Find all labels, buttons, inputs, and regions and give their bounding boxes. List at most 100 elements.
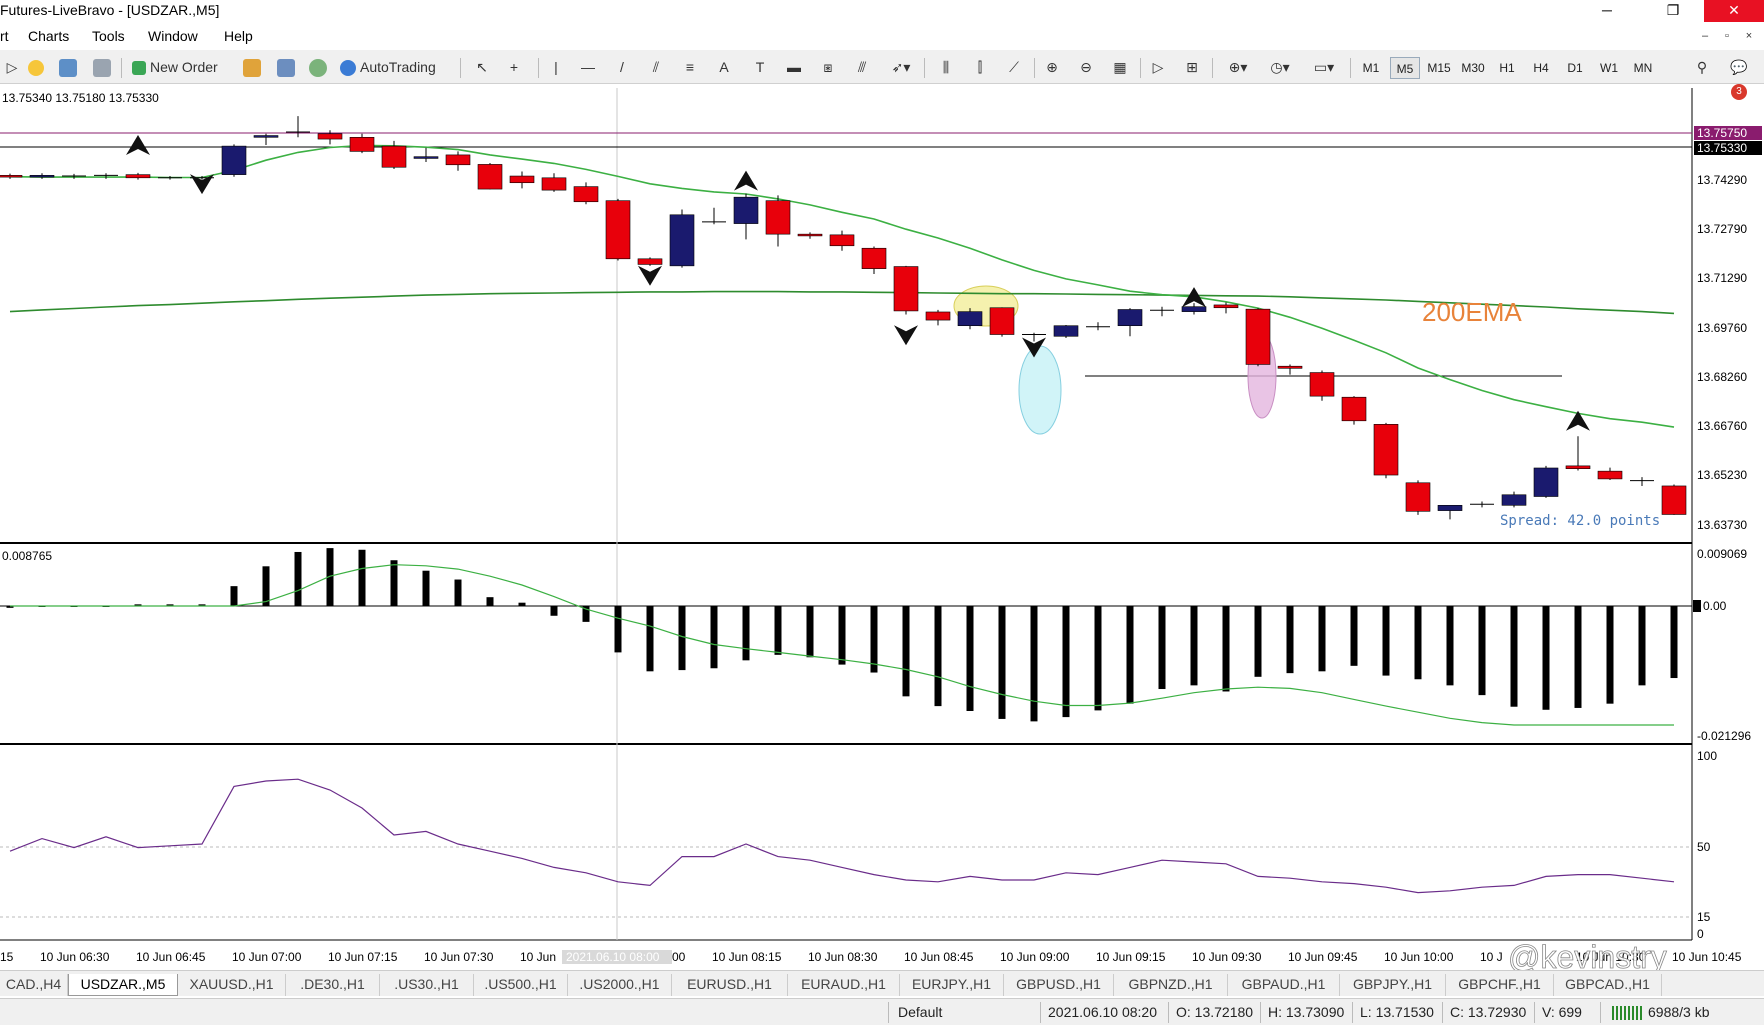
time-label: 10 Jun 09:15 — [1096, 950, 1166, 964]
symbol-tab[interactable]: GBPUSD.,H1 — [1004, 974, 1114, 996]
cursor-tool-icon[interactable]: ↖ — [470, 56, 494, 78]
candle — [1533, 465, 1559, 498]
time-label: 10 Jun 10:45 — [1672, 950, 1742, 964]
mdi-minimize-button[interactable]: – — [1694, 30, 1716, 42]
symbol-tab[interactable]: XAUUSD.,H1 — [178, 974, 286, 996]
horizontal-line-tool-icon[interactable]: — — [576, 56, 600, 78]
mdi-close-button[interactable]: × — [1738, 30, 1760, 42]
gann-icon[interactable]: ⧆ — [816, 56, 840, 78]
time-label: 10 Jun 08:15 — [712, 950, 782, 964]
candle-body — [1277, 365, 1303, 369]
window-title: Futures-LiveBravo - [USDZAR.,M5] — [0, 2, 220, 18]
vertical-line-tool-icon[interactable]: | — [544, 56, 568, 78]
arrow-icon[interactable]: ▷ — [0, 56, 24, 78]
timeframe-mn[interactable]: MN — [1628, 57, 1658, 79]
osc-100-label: 100 — [1697, 749, 1717, 763]
text-label-icon[interactable]: T — [748, 56, 772, 78]
candle-body — [989, 307, 1015, 335]
bar-chart-icon[interactable]: ⫼ — [934, 56, 958, 78]
crosshair-tool-icon[interactable]: + — [502, 56, 526, 78]
new-order-button[interactable]: New Order — [132, 56, 234, 78]
menu-bar: rt Charts Tools Window Help — [0, 26, 1764, 48]
timeframe-m15[interactable]: M15 — [1424, 57, 1454, 79]
time-label: 10 Jun 07:15 — [328, 950, 398, 964]
candlestick-icon[interactable]: ⫿ — [968, 56, 992, 78]
candle-body — [669, 214, 695, 267]
chart-shift-icon[interactable]: ⊞ — [1180, 56, 1204, 78]
options-icon[interactable] — [306, 56, 330, 78]
symbol-tab[interactable]: GBPNZD.,H1 — [1114, 974, 1228, 996]
symbol-tab[interactable]: .US30.,H1 — [380, 974, 474, 996]
symbol-tab[interactable]: EURJPY.,H1 — [900, 974, 1004, 996]
symbol-tab[interactable]: GBPJPY.,H1 — [1340, 974, 1446, 996]
timeframe-d1[interactable]: D1 — [1560, 57, 1590, 79]
chart-canvas[interactable]: 13.74290 13.72790 13.71290 13.69760 13.6… — [0, 88, 1764, 970]
symbol-tab[interactable]: .US2000.,H1 — [568, 974, 672, 996]
menu-chart[interactable]: rt — [0, 28, 9, 44]
menu-charts[interactable]: Charts — [28, 28, 69, 44]
periods-dropdown-icon[interactable]: ◷▾ — [1262, 56, 1298, 78]
minimize-button[interactable]: ─ — [1584, 0, 1630, 22]
candle-body — [445, 154, 471, 166]
symbol-tab[interactable]: GBPCAD.,H1 — [1554, 974, 1662, 996]
tile-windows-icon[interactable]: ▦ — [1108, 56, 1132, 78]
auto-scroll-icon[interactable]: ▷ — [1146, 56, 1170, 78]
restore-button[interactable]: ❐ — [1650, 0, 1696, 22]
tester-icon[interactable] — [90, 56, 114, 78]
macd-zero-label: 0.00 — [1703, 599, 1727, 613]
rectangle-icon[interactable]: ▬ — [782, 56, 806, 78]
autotrading-button[interactable]: AutoTrading — [340, 56, 450, 78]
close-button[interactable]: ✕ — [1704, 0, 1764, 22]
line-chart-icon[interactable]: ⟋ — [1002, 56, 1026, 78]
search-icon[interactable]: ⚲ — [1690, 56, 1714, 78]
arrows-dropdown-icon[interactable]: ➶▾ — [884, 56, 918, 78]
templates-dropdown-icon[interactable]: ▭▾ — [1306, 56, 1342, 78]
symbol-tab[interactable]: .DE30.,H1 — [286, 974, 380, 996]
menu-help[interactable]: Help — [224, 28, 253, 44]
timeframe-w1[interactable]: W1 — [1594, 57, 1624, 79]
zoom-in-icon[interactable]: ⊕ — [1040, 56, 1064, 78]
candle — [1309, 370, 1335, 401]
timeframe-m5[interactable]: M5 — [1390, 57, 1420, 79]
favorites-star-icon[interactable] — [24, 56, 48, 78]
candle-body — [1597, 470, 1623, 480]
symbol-tab[interactable]: USDZAR.,M5 — [68, 974, 178, 996]
symbol-tab[interactable]: EURAUD.,H1 — [788, 974, 900, 996]
candle-body — [1661, 485, 1687, 515]
menu-tools[interactable]: Tools — [92, 28, 125, 44]
zoom-out-icon[interactable]: ⊖ — [1074, 56, 1098, 78]
candle — [1341, 396, 1367, 425]
symbol-tab[interactable]: .US500.,H1 — [474, 974, 568, 996]
fibonacci-icon[interactable]: ≡ — [678, 56, 702, 78]
text-tool-icon[interactable]: A — [712, 56, 736, 78]
symbol-tab[interactable]: EURUSD.,H1 — [672, 974, 788, 996]
timeframe-m30[interactable]: M30 — [1458, 57, 1488, 79]
symbol-tab[interactable]: CAD.,H4 — [0, 974, 68, 996]
pitchfork-icon[interactable]: ⫻ — [850, 56, 874, 78]
indicators-dropdown-icon[interactable]: ⊕▾ — [1220, 56, 1256, 78]
symbol-tab[interactable]: GBPCHF.,H1 — [1446, 974, 1554, 996]
data-window-icon[interactable] — [274, 56, 298, 78]
timeframe-h4[interactable]: H4 — [1526, 57, 1556, 79]
macd-bar — [390, 560, 398, 606]
chart-area[interactable]: 13.74290 13.72790 13.71290 13.69760 13.6… — [0, 88, 1764, 970]
menu-window[interactable]: Window — [148, 28, 198, 44]
equidistant-channel-icon[interactable]: ⫽ — [644, 56, 668, 78]
navigator-icon[interactable] — [56, 56, 80, 78]
retest-highlight — [1018, 345, 1062, 435]
mdi-restore-button[interactable]: ▫ — [1716, 30, 1738, 42]
candle-body — [29, 175, 55, 178]
candle-body — [957, 311, 983, 327]
price-label: 13.74290 — [1697, 173, 1747, 187]
symbol-tab[interactable]: GBPAUD.,H1 — [1228, 974, 1340, 996]
notifications-icon[interactable]: 💬3 — [1724, 56, 1754, 100]
timeframe-h1[interactable]: H1 — [1492, 57, 1522, 79]
terminal-window: Futures-LiveBravo - [USDZAR.,M5] ─ ❐ ✕ r… — [0, 0, 1764, 1025]
market-watch-icon[interactable] — [240, 56, 264, 78]
candle-body — [381, 145, 407, 168]
trendline-tool-icon[interactable]: / — [610, 56, 634, 78]
timeframe-m1[interactable]: M1 — [1356, 57, 1386, 79]
macd-bar — [614, 606, 622, 653]
macd-bar — [1478, 606, 1486, 696]
autotrading-icon — [340, 60, 356, 77]
